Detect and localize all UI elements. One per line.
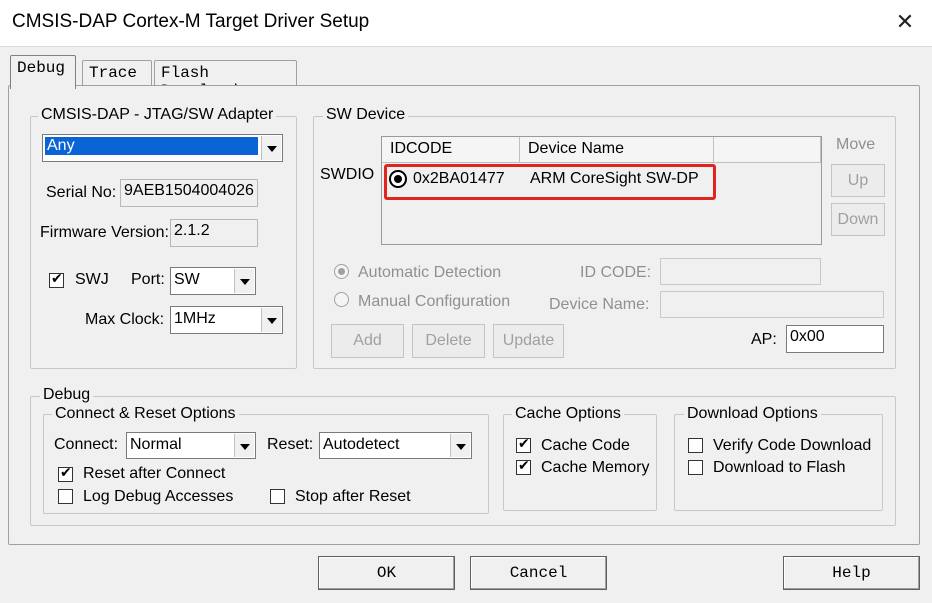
device-name-label: Device Name: (549, 296, 650, 313)
ap-field[interactable]: 0x00 (786, 325, 884, 353)
maxclock-select-value: 1MHz (174, 310, 216, 327)
col-header-idcode[interactable]: IDCODE (382, 137, 520, 163)
firmware-field: 2.1.2 (170, 219, 258, 247)
sw-device-group-label: SW Device (323, 106, 409, 124)
adapter-select[interactable]: Any (42, 134, 283, 162)
adapter-group-label: CMSIS-DAP - JTAG/SW Adapter (38, 106, 277, 124)
col-header-empty (714, 137, 821, 163)
maxclock-label: Max Clock: (85, 311, 165, 328)
add-button[interactable]: Add (331, 324, 404, 358)
chevron-down-icon (261, 136, 281, 160)
close-icon[interactable]: ✕ (893, 10, 917, 34)
col-header-device-name[interactable]: Device Name (520, 137, 714, 163)
chevron-down-icon (234, 269, 254, 293)
download-options-group-label: Download Options (684, 405, 821, 423)
idcode-field[interactable] (660, 258, 821, 285)
window-title: CMSIS-DAP Cortex-M Target Driver Setup (12, 11, 370, 32)
move-label: Move (836, 136, 876, 153)
log-debug-accesses-label: Log Debug Accesses (83, 488, 234, 505)
connect-reset-group-label: Connect & Reset Options (52, 405, 239, 423)
automatic-detection-radio[interactable] (334, 264, 349, 279)
target-icon (389, 170, 407, 188)
manual-configuration-radio[interactable] (334, 292, 349, 307)
reset-after-connect-checkbox[interactable] (58, 465, 73, 482)
verify-code-download-checkbox[interactable] (688, 438, 703, 453)
tab-debug[interactable]: Debug (10, 55, 76, 89)
reset-select-value: Autodetect (323, 436, 400, 453)
debug-group-label: Debug (40, 386, 94, 404)
swdio-label: SWDIO (320, 166, 375, 183)
cache-options-group-label: Cache Options (512, 405, 624, 423)
reset-after-connect-label: Reset after Connect (83, 465, 226, 482)
ap-label: AP: (751, 331, 777, 348)
serial-field: 9AEB1504004026 (120, 179, 258, 207)
reset-select[interactable]: Autodetect (319, 432, 472, 459)
cache-memory-checkbox[interactable] (516, 458, 531, 475)
serial-label: Serial No: (46, 184, 117, 201)
delete-button[interactable]: Delete (412, 324, 485, 358)
adapter-select-value: Any (45, 137, 258, 155)
manual-configuration-label: Manual Configuration (358, 293, 511, 310)
download-to-flash-label: Download to Flash (713, 459, 846, 476)
automatic-detection-label: Automatic Detection (358, 264, 502, 281)
cache-memory-label: Cache Memory (541, 459, 650, 476)
move-up-button[interactable]: Up (831, 164, 885, 197)
maxclock-select[interactable]: 1MHz (170, 306, 283, 334)
chevron-down-icon (261, 308, 281, 332)
connect-select-value: Normal (130, 436, 182, 453)
help-button[interactable]: Help (783, 556, 920, 590)
log-debug-accesses-checkbox[interactable] (58, 489, 73, 504)
port-select-value: SW (174, 271, 200, 288)
chevron-down-icon (234, 434, 254, 457)
connect-label: Connect: (54, 436, 119, 453)
port-label: Port: (131, 271, 165, 288)
connect-select[interactable]: Normal (126, 432, 256, 459)
move-down-button[interactable]: Down (831, 203, 885, 236)
tab-trace[interactable]: Trace (82, 60, 152, 88)
stop-after-reset-checkbox[interactable] (270, 489, 285, 504)
swj-label: SWJ (75, 271, 109, 288)
port-select[interactable]: SW (170, 267, 256, 295)
ok-button[interactable]: OK (318, 556, 455, 590)
row-device-name: ARM CoreSight SW-DP (530, 170, 699, 187)
cancel-button[interactable]: Cancel (470, 556, 607, 590)
device-name-field[interactable] (660, 291, 884, 318)
stop-after-reset-label: Stop after Reset (295, 488, 411, 505)
reset-label: Reset: (267, 436, 314, 453)
target-icon-dot (394, 175, 402, 183)
swj-checkbox[interactable] (49, 271, 64, 288)
verify-code-download-label: Verify Code Download (713, 437, 872, 454)
tab-flash-download[interactable]: Flash Download (154, 60, 297, 100)
download-to-flash-checkbox[interactable] (688, 460, 703, 475)
cache-code-label: Cache Code (541, 437, 630, 454)
idcode-label: ID CODE: (580, 264, 652, 281)
chevron-down-icon (450, 434, 470, 457)
cache-code-checkbox[interactable] (516, 436, 531, 453)
row-idcode: 0x2BA01477 (413, 170, 505, 187)
firmware-label: Firmware Version: (40, 224, 169, 241)
update-button[interactable]: Update (493, 324, 564, 358)
